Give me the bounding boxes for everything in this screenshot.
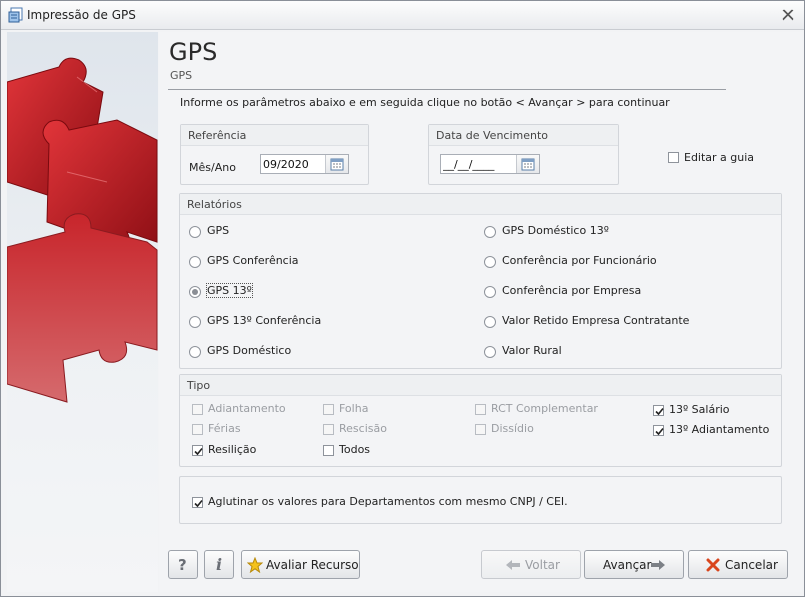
tipo-13-adiantamento-label[interactable]: 13º Adiantamento <box>669 423 769 436</box>
tipo-13-salario-checkbox[interactable] <box>653 405 664 416</box>
vencimento-title: Data de Vencimento <box>436 129 549 142</box>
radio-gps-conferencia-label[interactable]: GPS Conferência <box>207 254 299 267</box>
arrow-right-icon <box>651 560 665 570</box>
cancelar-button[interactable]: Cancelar <box>688 550 788 579</box>
tipo-rct-complementar-label: RCT Complementar <box>491 402 598 415</box>
mes-ano-calendar-button[interactable] <box>325 155 348 173</box>
close-icon[interactable] <box>782 9 794 21</box>
star-icon <box>247 557 263 573</box>
tipo-resilicao-label[interactable]: Resilição <box>208 443 256 456</box>
info-icon: i <box>216 555 223 574</box>
mes-ano-input[interactable] <box>261 155 327 173</box>
relatorios-title: Relatórios <box>187 198 242 211</box>
avaliar-recurso-label: Avaliar Recurso <box>266 558 359 572</box>
vencimento-calendar-button[interactable] <box>516 155 539 173</box>
radio-gps-domestico-label[interactable]: GPS Doméstico <box>207 344 291 357</box>
relatorios-group: Relatórios GPS GPS Conferência GPS 13º G… <box>179 193 782 369</box>
aglutinar-label[interactable]: Aglutinar os valores para Departamentos … <box>208 495 568 508</box>
radio-gps-13-conferencia[interactable] <box>189 316 201 328</box>
radio-valor-retido-label[interactable]: Valor Retido Empresa Contratante <box>502 314 689 327</box>
radio-gps-domestico-13-label[interactable]: GPS Doméstico 13º <box>502 224 609 237</box>
vencimento-input[interactable] <box>441 155 519 173</box>
arrow-left-icon <box>506 560 520 570</box>
avaliar-recurso-button[interactable]: Avaliar Recurso <box>241 550 360 579</box>
tipo-resilicao-checkbox[interactable] <box>192 445 203 456</box>
tipo-folha-label: Folha <box>339 402 369 415</box>
tipo-rescisao-label: Rescisão <box>339 422 387 435</box>
radio-valor-rural[interactable] <box>484 346 496 358</box>
radio-gps-13[interactable] <box>189 286 201 298</box>
editar-guia-checkbox[interactable] <box>668 152 679 163</box>
radio-conferencia-empresa[interactable] <box>484 286 496 298</box>
radio-gps-conferencia[interactable] <box>189 256 201 268</box>
mes-ano-label: Mês/Ano <box>189 161 236 174</box>
vencimento-field[interactable] <box>440 154 540 174</box>
check-icon <box>194 499 203 508</box>
radio-gps-domestico[interactable] <box>189 346 201 358</box>
tipo-13-adiantamento-checkbox[interactable] <box>653 425 664 436</box>
tipo-ferias-checkbox <box>192 424 203 435</box>
aglutinar-group: Aglutinar os valores para Departamentos … <box>179 476 782 524</box>
tipo-todos-checkbox[interactable] <box>323 445 334 456</box>
editar-guia-label[interactable]: Editar a guia <box>684 151 754 164</box>
tipo-dissidio-checkbox <box>475 424 486 435</box>
tipo-group: Tipo Adiantamento Folha RCT Complementar… <box>179 374 782 467</box>
window-title: Impressão de GPS <box>27 8 136 22</box>
vencimento-group: Data de Vencimento <box>428 124 619 185</box>
tipo-adiantamento-checkbox <box>192 404 203 415</box>
avancar-label: Avançar <box>603 558 652 572</box>
mes-ano-field[interactable] <box>260 154 349 174</box>
radio-gps-domestico-13[interactable] <box>484 226 496 238</box>
page-title: GPS <box>169 38 218 66</box>
dialog-window: Impressão de GPS GPS GPS Informe os parâ… <box>0 0 805 597</box>
radio-gps-13-conferencia-label[interactable]: GPS 13º Conferência <box>207 314 321 327</box>
radio-conferencia-funcionario-label[interactable]: Conferência por Funcionário <box>502 254 657 267</box>
calendar-icon <box>330 158 344 171</box>
help-button[interactable]: ? <box>168 550 198 579</box>
referencia-title: Referência <box>188 129 247 142</box>
referencia-group: Referência Mês/Ano <box>180 124 369 185</box>
puzzle-banner <box>7 32 158 592</box>
instruction-text: Informe os parâmetros abaixo e em seguid… <box>180 96 670 109</box>
cancel-x-icon <box>706 558 720 572</box>
page-subtitle: GPS <box>170 69 193 82</box>
puzzle-image <box>7 57 158 403</box>
header-divider <box>168 89 726 90</box>
info-button[interactable]: i <box>204 550 234 579</box>
radio-gps-13-label[interactable]: GPS 13º <box>206 283 253 298</box>
tipo-rct-complementar-checkbox <box>475 404 486 415</box>
radio-valor-retido[interactable] <box>484 316 496 328</box>
radio-conferencia-empresa-label[interactable]: Conferência por Empresa <box>502 284 641 297</box>
tipo-ferias-label: Férias <box>208 422 241 435</box>
check-icon <box>194 447 203 456</box>
tipo-folha-checkbox <box>323 404 334 415</box>
radio-conferencia-funcionario[interactable] <box>484 256 496 268</box>
radio-valor-rural-label[interactable]: Valor Rural <box>502 344 562 357</box>
check-icon <box>655 427 664 436</box>
main-content: GPS GPS Informe os parâmetros abaixo e e… <box>159 32 802 592</box>
tipo-title: Tipo <box>187 379 211 392</box>
radio-gps-label[interactable]: GPS <box>207 224 229 237</box>
tipo-dissidio-label: Dissídio <box>491 422 534 435</box>
app-icon <box>8 7 23 23</box>
tipo-adiantamento-label: Adiantamento <box>208 402 286 415</box>
calendar-icon <box>521 158 535 171</box>
voltar-button[interactable]: Voltar <box>481 550 581 579</box>
help-icon: ? <box>178 556 187 574</box>
cancelar-label: Cancelar <box>725 558 778 572</box>
avancar-button[interactable]: Avançar <box>584 550 684 579</box>
tipo-13-salario-label[interactable]: 13º Salário <box>669 403 730 416</box>
radio-gps[interactable] <box>189 226 201 238</box>
tipo-todos-label[interactable]: Todos <box>339 443 370 456</box>
check-icon <box>655 407 664 416</box>
voltar-label: Voltar <box>525 558 560 572</box>
title-bar[interactable]: Impressão de GPS <box>1 1 804 30</box>
tipo-rescisao-checkbox <box>323 424 334 435</box>
aglutinar-checkbox[interactable] <box>192 497 203 508</box>
